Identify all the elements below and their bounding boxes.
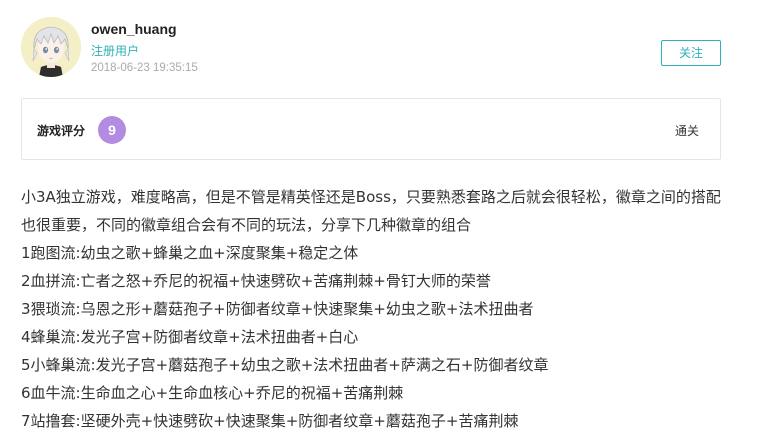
score-badge: 9 <box>98 116 126 144</box>
post-timestamp: 2018-06-23 19:35:15 <box>91 62 198 74</box>
review-line: 2血拼流:亡者之怒+乔尼的祝福+快速劈砍+苦痛荆棘+骨钉大师的荣誉 <box>21 272 491 290</box>
user-avatar[interactable] <box>21 17 81 77</box>
rating-card: 游戏评分 9 通关 <box>21 98 721 160</box>
username[interactable]: owen_huang <box>91 21 177 37</box>
review-line: 7站撸套:坚硬外壳+快速劈砍+快速聚集+防御者纹章+蘑菇孢子+苦痛荆棘 <box>21 412 519 430</box>
review-line: 4蜂巢流:发光子宫+防御者纹章+法术扭曲者+白心 <box>21 328 359 346</box>
review-line: 6血牛流:生命血之心+生命血核心+乔尼的祝福+苦痛荆棘 <box>21 384 404 402</box>
rating-label: 游戏评分 <box>37 124 86 138</box>
completion-status: 通关 <box>674 124 699 138</box>
review-line: 1跑图流:幼虫之歌+蜂巢之血+深度聚集+稳定之体 <box>21 244 359 262</box>
avatar-illustration <box>21 17 81 77</box>
review-line: 5小蜂巢流:发光子宫+蘑菇孢子+幼虫之歌+法术扭曲者+萨满之石+防御者纹章 <box>21 356 549 374</box>
review-content: 小3A独立游戏，难度略高，但是不管是精英怪还是Boss，只要熟悉套路之后就会很轻… <box>21 183 726 435</box>
review-line: 3猥琐流:乌恩之形+蘑菇孢子+防御者纹章+快速聚集+幼虫之歌+法术扭曲者 <box>21 300 534 318</box>
review-intro: 小3A独立游戏，难度略高，但是不管是精英怪还是Boss，只要熟悉套路之后就会很轻… <box>21 188 721 234</box>
follow-button[interactable]: 关注 <box>661 40 721 66</box>
user-role-badge: 注册用户 <box>91 44 140 58</box>
